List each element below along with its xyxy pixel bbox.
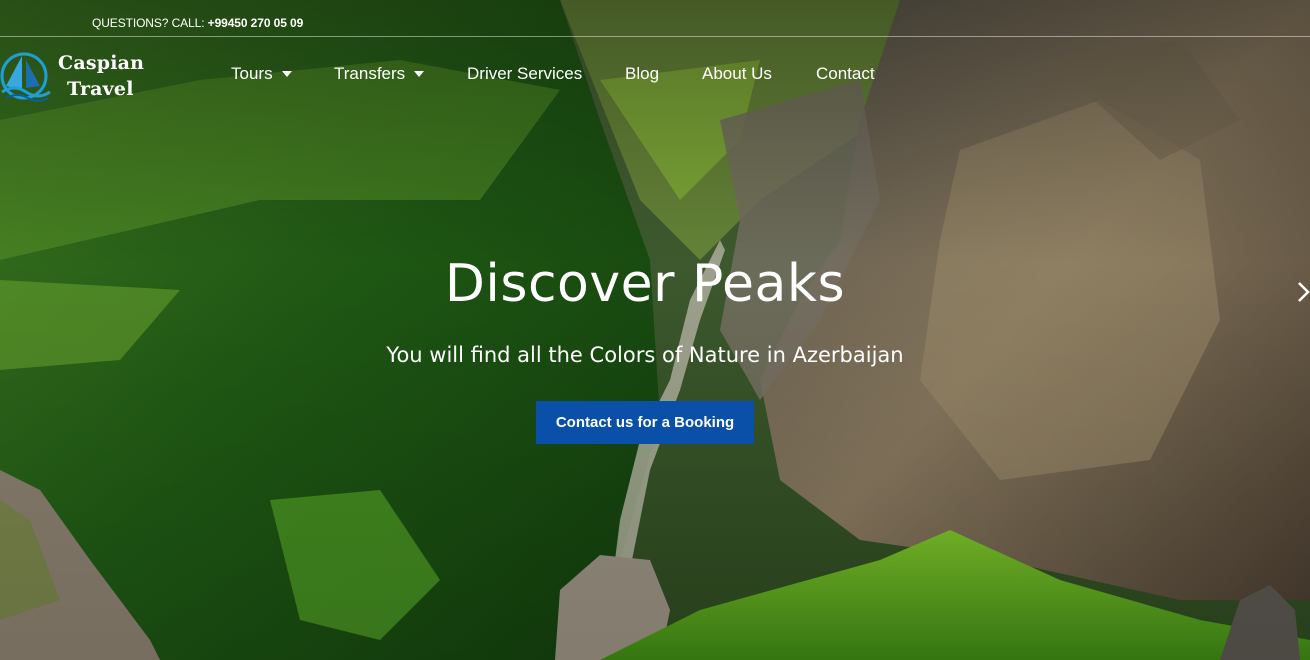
nav-label-contact: Contact	[816, 64, 875, 83]
nav-label-tours: Tours	[231, 64, 273, 83]
questions-label: QUESTIONS? CALL:	[92, 16, 208, 30]
nav-item-tours[interactable]: Tours	[231, 64, 292, 84]
brand-name-line1: Caspian	[58, 52, 145, 74]
phone-number[interactable]: +99450 270 05 09	[208, 16, 304, 30]
nav-label-blog: Blog	[625, 64, 660, 83]
chevron-down-icon	[414, 70, 425, 77]
chevron-right-icon[interactable]	[1296, 280, 1310, 304]
brand-name-line2: Travel	[67, 78, 134, 100]
booking-contact-button[interactable]: Contact us for a Booking	[536, 401, 754, 444]
nav-label-driver-services: Driver Services	[467, 64, 583, 83]
sailboat-wave-icon	[0, 52, 51, 102]
nav-item-about-us[interactable]: About Us	[702, 64, 772, 84]
site-logo[interactable]: Caspian Travel	[0, 46, 160, 106]
hero-background-image	[0, 0, 1310, 660]
top-contact-bar: QUESTIONS? CALL: +99450 270 05 09	[0, 0, 1310, 37]
nav-item-contact[interactable]: Contact	[816, 64, 875, 84]
contact-phone-text[interactable]: QUESTIONS? CALL: +99450 270 05 09	[92, 16, 303, 30]
hero-slider: QUESTIONS? CALL: +99450 270 05 09 Caspia…	[0, 0, 1310, 660]
chevron-down-icon	[281, 70, 292, 77]
nav-item-blog[interactable]: Blog	[625, 64, 659, 84]
nav-label-transfers: Transfers	[334, 64, 406, 83]
nav-item-driver-services[interactable]: Driver Services	[467, 64, 582, 84]
hero-title: Discover Peaks	[444, 254, 846, 314]
hero-subtitle: You will find all the Colors of Nature i…	[386, 343, 904, 367]
nav-item-transfers[interactable]: Transfers	[334, 64, 425, 84]
nav-label-about-us: About Us	[702, 64, 772, 83]
